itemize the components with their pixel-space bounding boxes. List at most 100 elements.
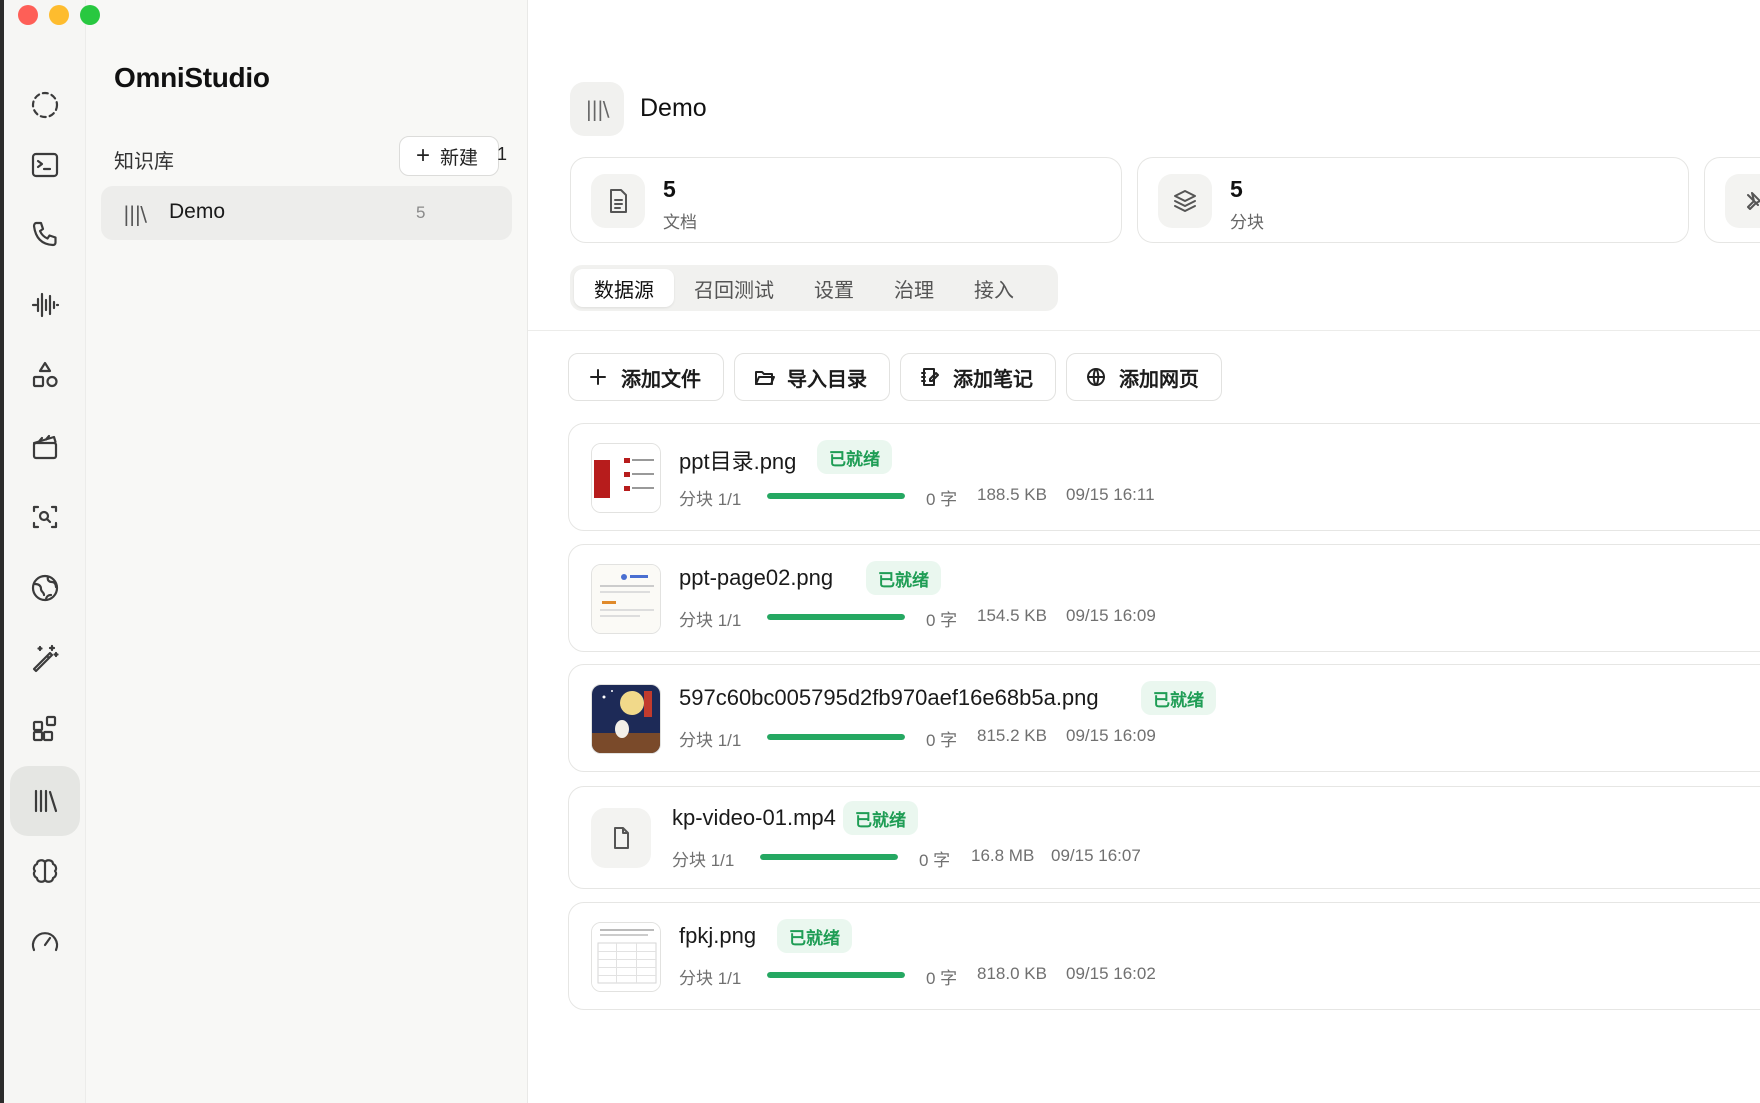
document-icon (591, 174, 645, 228)
rail-phone-button[interactable] (10, 200, 80, 270)
notebook-pen-icon (921, 368, 939, 386)
stat-card-documents: 5 文档 (570, 157, 1122, 243)
waveform-icon (31, 292, 60, 318)
page-title: Demo (640, 94, 707, 122)
stat-label: 文档 (663, 213, 697, 232)
app-title: OmniStudio (114, 62, 270, 93)
tab-data-source[interactable]: 数据源 (574, 269, 674, 307)
sidebar-item-label: Demo (169, 200, 226, 223)
status-badge: 已就绪 (843, 801, 918, 835)
progress-fill (760, 854, 898, 860)
file-row[interactable]: 597c60bc005795d2fb970aef16e68b5a.png 已就绪… (568, 664, 1760, 772)
stat-value: 5 (663, 176, 676, 202)
magic-wand-icon (32, 644, 59, 673)
file-size: 815.2 KB (977, 726, 1047, 745)
file-name: ppt-page02.png (679, 565, 834, 590)
status-badge: 已就绪 (1141, 681, 1216, 715)
file-row[interactable]: ppt-page02.png 已就绪 分块 1/1 0 字 154.5 KB 0… (568, 544, 1760, 652)
rail-terminal-button[interactable] (10, 130, 80, 200)
clapperboard-icon (32, 434, 58, 460)
plus-icon (590, 369, 606, 385)
new-badge: 1 (497, 144, 508, 164)
chunk-count: 分块 1/1 (679, 611, 742, 630)
file-time: 09/15 16:09 (1066, 726, 1156, 745)
file-thumbnail (591, 564, 661, 634)
progress-bar (767, 493, 905, 499)
char-count: 0 字 (926, 490, 958, 509)
phone-icon (32, 221, 57, 247)
rail-scan-button[interactable] (10, 482, 80, 552)
rail-audio-button[interactable] (10, 270, 80, 340)
file-row[interactable]: fpkj.png 已就绪 分块 1/1 0 字 818.0 KB 09/15 1… (568, 902, 1760, 1010)
progress-bar (767, 734, 905, 740)
status-badge: 已就绪 (777, 919, 852, 953)
add-note-label: 添加笔记 (953, 368, 1033, 391)
shapes-icon (32, 361, 58, 388)
rail-clapperboard-button[interactable] (10, 412, 80, 482)
gauge-icon (31, 932, 59, 952)
terminal-icon (31, 152, 59, 178)
pin-icon (1725, 174, 1760, 228)
chunk-count: 分块 1/1 (679, 969, 742, 988)
file-name: fpkj.png (679, 923, 757, 948)
new-button-label: 新建 (440, 147, 479, 169)
folder-open-icon (755, 371, 775, 385)
add-file-button[interactable]: 添加文件 (568, 353, 724, 401)
apps-icon (32, 715, 57, 742)
tab-governance[interactable]: 治理 (874, 269, 954, 307)
tab-settings[interactable]: 设置 (794, 269, 874, 307)
add-webpage-button[interactable]: 添加网页 (1066, 353, 1222, 401)
chunk-count: 分块 1/1 (672, 851, 735, 870)
main-panel: |||\ Demo 5 文档 5 分块 数据源 召回测试 设置 治理 接入 添加… (528, 0, 1760, 1103)
rail-brain-button[interactable] (10, 837, 80, 907)
stat-card-chunks: 5 分块 (1137, 157, 1689, 243)
file-size: 188.5 KB (977, 485, 1047, 504)
tab-bar: 数据源 召回测试 设置 治理 接入 (570, 265, 1058, 311)
stat-label: 分块 (1230, 213, 1264, 232)
file-time: 09/15 16:07 (1051, 846, 1141, 865)
rail-globe-button[interactable] (10, 553, 80, 623)
file-thumbnail (591, 922, 661, 992)
file-name: 597c60bc005795d2fb970aef16e68b5a.png (679, 685, 1099, 710)
library-icon: |||\ (123, 202, 147, 226)
library-icon (34, 789, 58, 813)
char-count: 0 字 (919, 851, 951, 870)
add-file-label: 添加文件 (621, 368, 701, 391)
import-folder-button[interactable]: 导入目录 (734, 353, 890, 401)
tab-access[interactable]: 接入 (954, 269, 1034, 307)
minimize-window-button[interactable] (49, 5, 69, 25)
char-count: 0 字 (926, 731, 958, 750)
new-knowledge-base-button[interactable]: + 新建 (399, 136, 499, 176)
sidebar: OmniStudio 知识库 + 新建 1 |||\ Demo 5 (86, 0, 528, 1103)
close-window-button[interactable] (18, 5, 38, 25)
library-icon: |||\ (570, 82, 624, 136)
rail-shapes-button[interactable] (10, 340, 80, 410)
rail-apps-button[interactable] (10, 694, 80, 764)
scan-search-icon (32, 505, 58, 529)
app-window: OmniStudio 知识库 + 新建 1 |||\ Demo 5 |||\ D… (0, 0, 1760, 1103)
progress-fill (767, 734, 905, 740)
status-badge: 已就绪 (817, 440, 892, 474)
progress-bar (767, 614, 905, 620)
stat-card-partial (1704, 157, 1760, 243)
file-time: 09/15 16:02 (1066, 964, 1156, 983)
sidebar-item-demo[interactable]: |||\ Demo 5 (101, 186, 512, 240)
rail-gauge-button[interactable] (10, 906, 80, 976)
maximize-window-button[interactable] (80, 5, 100, 25)
progress-fill (767, 493, 905, 499)
sidebar-item-count: 5 (416, 203, 426, 222)
file-time: 09/15 16:11 (1066, 485, 1155, 504)
file-thumbnail (591, 684, 661, 754)
file-row[interactable]: ppt目录.png 已就绪 分块 1/1 0 字 188.5 KB 09/15 … (568, 423, 1760, 531)
rail-magic-button[interactable] (10, 623, 80, 693)
rail-library-button[interactable] (10, 766, 80, 836)
file-row[interactable]: kp-video-01.mp4 已就绪 分块 1/1 0 字 16.8 MB 0… (568, 786, 1760, 889)
progress-fill (767, 614, 905, 620)
dashed-circle-icon (31, 91, 59, 119)
file-size: 154.5 KB (977, 606, 1047, 625)
chunk-count: 分块 1/1 (679, 731, 742, 750)
add-note-button[interactable]: 添加笔记 (900, 353, 1056, 401)
tab-recall-test[interactable]: 召回测试 (674, 269, 794, 307)
progress-bar (760, 854, 898, 860)
progress-bar (767, 972, 905, 978)
